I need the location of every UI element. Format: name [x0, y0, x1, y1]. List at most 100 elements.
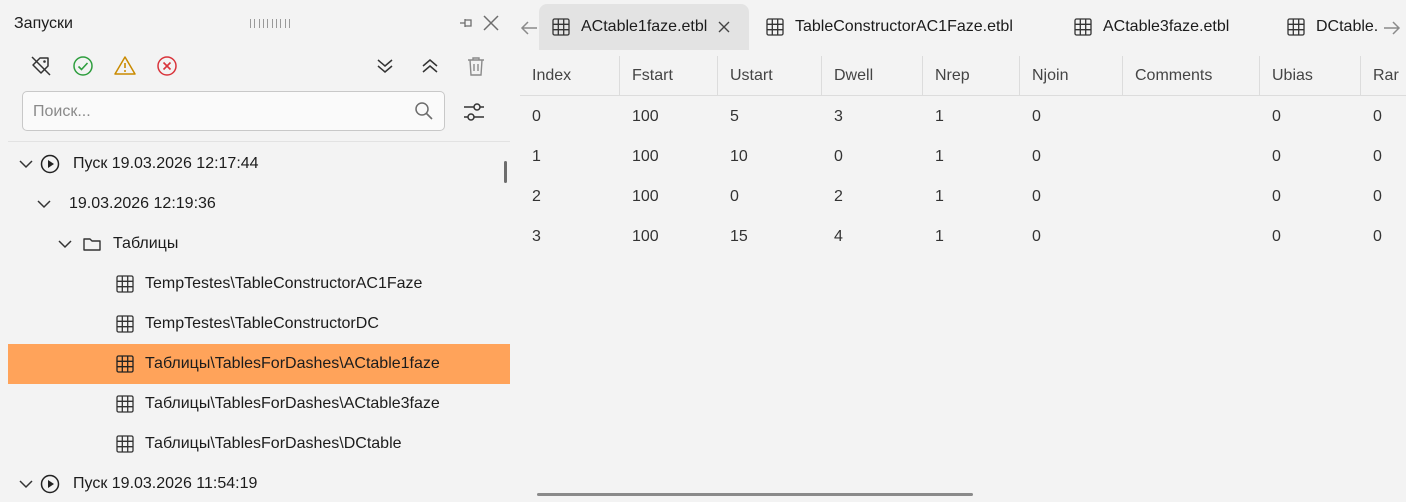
- warning-filter-icon: [114, 56, 136, 75]
- column-header[interactable]: Index: [520, 56, 620, 96]
- table-cell[interactable]: 100: [620, 217, 718, 257]
- table-row[interactable]: 2 100 0 2 1 0 0 0: [520, 177, 1406, 217]
- table-cell[interactable]: 15: [718, 217, 822, 257]
- table-cell[interactable]: 3: [822, 97, 923, 137]
- column-header[interactable]: Comments: [1123, 56, 1260, 96]
- chevron-down-icon[interactable]: [55, 234, 75, 254]
- table-cell[interactable]: 0: [1020, 177, 1123, 217]
- table-cell[interactable]: 100: [620, 177, 718, 217]
- table-icon: [552, 18, 570, 36]
- table-cell[interactable]: 4: [822, 217, 923, 257]
- column-header[interactable]: Nrep: [923, 56, 1020, 96]
- expand-all-icon: [422, 59, 438, 73]
- tab-dctable[interactable]: DCtable.: [1286, 4, 1378, 50]
- chevron-down-icon[interactable]: [16, 154, 36, 174]
- tree-scrollbar[interactable]: [504, 161, 507, 183]
- collapse-all-button[interactable]: [372, 53, 398, 79]
- expand-all-button[interactable]: [417, 53, 443, 79]
- table-cell[interactable]: [1123, 177, 1260, 217]
- column-header[interactable]: Njoin: [1020, 56, 1123, 96]
- success-filter-icon: [73, 56, 93, 76]
- table-cell[interactable]: 100: [620, 97, 718, 137]
- table-cell[interactable]: 0: [718, 177, 822, 217]
- chevron-down-icon[interactable]: [16, 474, 36, 494]
- table-cell[interactable]: 1: [923, 137, 1020, 177]
- panel-title: Запуски: [14, 15, 73, 32]
- filter-settings-icon[interactable]: [461, 99, 487, 125]
- arrow-right-icon[interactable]: [1381, 17, 1403, 39]
- table-cell[interactable]: 0: [1260, 177, 1361, 217]
- table-cell[interactable]: 2: [822, 177, 923, 217]
- delete-button[interactable]: [463, 53, 489, 79]
- tree-item-folder[interactable]: Таблицы: [8, 224, 510, 264]
- table-row[interactable]: 0 100 5 3 1 0 0 0: [520, 97, 1406, 137]
- table-cell[interactable]: [1123, 217, 1260, 257]
- table-cell[interactable]: 10: [718, 137, 822, 177]
- table-cell[interactable]: 0: [1260, 137, 1361, 177]
- table-cell[interactable]: 2: [520, 177, 620, 217]
- pin-icon[interactable]: [457, 14, 475, 32]
- tree-item-session[interactable]: 19.03.2026 12:19:36: [8, 184, 510, 224]
- table-cell[interactable]: 0: [1020, 137, 1123, 177]
- table-row[interactable]: 3 100 15 4 1 0 0 0: [520, 217, 1406, 257]
- table-cell[interactable]: 0: [1020, 97, 1123, 137]
- tree-item-table[interactable]: Таблицы\TablesForDashes\DCtable: [8, 424, 510, 464]
- tree-item-table-selected[interactable]: Таблицы\TablesForDashes\ACtable1faze: [8, 344, 510, 384]
- tree-item-label: Таблицы\TablesForDashes\ACtable3faze: [145, 395, 440, 412]
- column-header[interactable]: Dwell: [822, 56, 923, 96]
- column-header[interactable]: Rar: [1361, 56, 1406, 96]
- tree-item-run[interactable]: Пуск 19.03.2026 12:17:44: [8, 144, 510, 184]
- tab-label: TableConstructorAC1Faze.etbl: [795, 18, 1013, 35]
- arrow-left-icon[interactable]: [518, 17, 540, 39]
- horizontal-scrollbar[interactable]: [537, 493, 973, 496]
- editor-panel: ACtable1faze.etbl TableConstructorAC1Faz…: [520, 0, 1406, 502]
- table-cell[interactable]: 0: [1260, 217, 1361, 257]
- table-body: 0 100 5 3 1 0 0 0 1 100 10 0 1 0 0 0 2 1…: [520, 97, 1406, 477]
- tree-item-run[interactable]: Пуск 19.03.2026 11:54:19: [8, 464, 510, 502]
- close-tab-icon[interactable]: [717, 20, 731, 34]
- tab-label: DCtable.: [1316, 18, 1379, 35]
- tree-item-table[interactable]: Таблицы\TablesForDashes\ACtable3faze: [8, 384, 510, 424]
- chevron-down-icon[interactable]: [34, 194, 54, 214]
- search-input[interactable]: [33, 101, 403, 123]
- table-cell[interactable]: 0: [520, 97, 620, 137]
- table-row[interactable]: 1 100 10 0 1 0 0 0: [520, 137, 1406, 177]
- close-icon[interactable]: [482, 14, 500, 32]
- tree-item-table[interactable]: TempTestes\TableConstructorDC: [8, 304, 510, 344]
- table-cell[interactable]: 0: [822, 137, 923, 177]
- table-cell[interactable]: 0: [1260, 97, 1361, 137]
- table-cell[interactable]: 1: [923, 217, 1020, 257]
- table-cell[interactable]: 0: [1361, 97, 1406, 137]
- table-icon: [116, 315, 134, 333]
- table-cell[interactable]: 5: [718, 97, 822, 137]
- table-cell[interactable]: 0: [1361, 217, 1406, 257]
- table-cell[interactable]: [1123, 137, 1260, 177]
- error-filter-button[interactable]: [154, 53, 180, 79]
- runs-panel: Запуски Поиск... Пуск 19.03.2026 12:17:4…: [0, 0, 514, 502]
- tab-actable3faze[interactable]: ACtable3faze.etbl: [1073, 4, 1229, 50]
- table-cell[interactable]: 0: [1361, 137, 1406, 177]
- success-filter-button[interactable]: [70, 53, 96, 79]
- table-cell[interactable]: 1: [520, 137, 620, 177]
- table-cell[interactable]: [1123, 97, 1260, 137]
- table-icon: [116, 435, 134, 453]
- table-cell[interactable]: 3: [520, 217, 620, 257]
- tab-actable1faze[interactable]: ACtable1faze.etbl: [539, 4, 749, 50]
- table-cell[interactable]: 0: [1361, 177, 1406, 217]
- column-header[interactable]: Fstart: [620, 56, 718, 96]
- panel-drag-handle[interactable]: [250, 19, 290, 28]
- search-icon[interactable]: [414, 101, 434, 121]
- tab-tableconstructorac1faze[interactable]: TableConstructorAC1Faze.etbl: [765, 4, 1013, 50]
- tree-item-table[interactable]: TempTestes\TableConstructorAC1Faze: [8, 264, 510, 304]
- table-cell[interactable]: 100: [620, 137, 718, 177]
- table-cell[interactable]: 1: [923, 177, 1020, 217]
- column-header[interactable]: Ustart: [718, 56, 822, 96]
- error-filter-icon: [157, 56, 177, 76]
- clear-tags-button[interactable]: [28, 53, 54, 79]
- table-cell[interactable]: 0: [1020, 217, 1123, 257]
- table-cell[interactable]: 1: [923, 97, 1020, 137]
- tree-item-label: TempTestes\TableConstructorDC: [145, 315, 379, 332]
- column-header[interactable]: Ubias: [1260, 56, 1361, 96]
- tab-label: ACtable1faze.etbl: [581, 18, 708, 35]
- warning-filter-button[interactable]: [112, 53, 138, 79]
